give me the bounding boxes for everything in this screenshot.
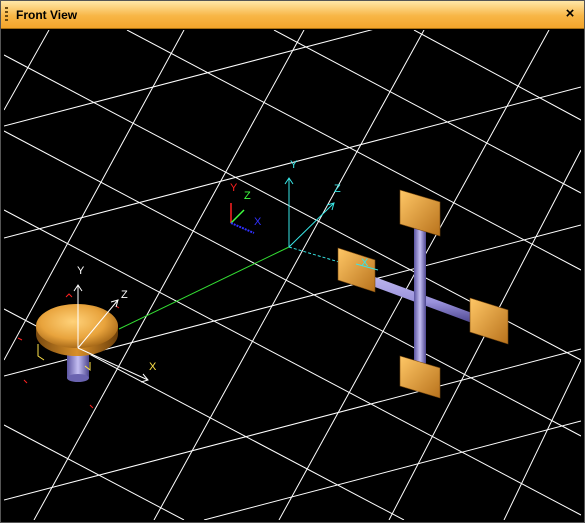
disk-x-label: X: [149, 361, 157, 373]
cross-x-label: X: [361, 257, 369, 269]
front-view-window: Front View × Y Z X Y Z X Y Z X: [0, 0, 585, 523]
title-bar[interactable]: Front View ×: [1, 1, 584, 29]
link-line: [118, 246, 290, 330]
small-gizmo-x-label: X: [254, 216, 262, 228]
world-z-label: Z: [334, 183, 341, 195]
window-title: Front View: [16, 8, 78, 22]
world-y-label: Y: [290, 159, 298, 171]
disk-object[interactable]: Y Z X: [17, 265, 157, 409]
disk-z-label: Z: [121, 289, 128, 301]
disk-y-label: Y: [77, 265, 85, 277]
floor-grid: [4, 30, 581, 520]
small-axis-gizmo: Y Z X: [230, 182, 262, 234]
small-gizmo-y-label: Y: [230, 182, 238, 194]
close-icon[interactable]: ×: [562, 5, 578, 23]
small-gizmo-z-label: Z: [244, 190, 251, 202]
drag-grip-icon[interactable]: [5, 7, 8, 23]
3d-viewport[interactable]: Y Z X Y Z X Y Z X: [4, 30, 581, 520]
